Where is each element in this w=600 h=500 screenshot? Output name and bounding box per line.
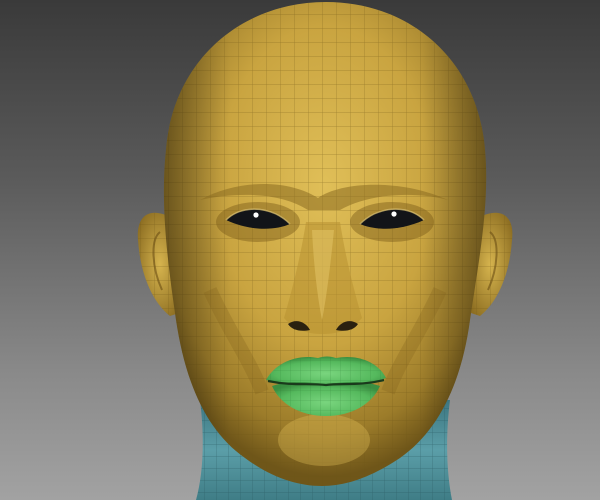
3d-viewport[interactable] bbox=[0, 0, 600, 500]
skin-polygroup[interactable] bbox=[160, 0, 500, 490]
head-mesh-render[interactable] bbox=[0, 0, 600, 500]
